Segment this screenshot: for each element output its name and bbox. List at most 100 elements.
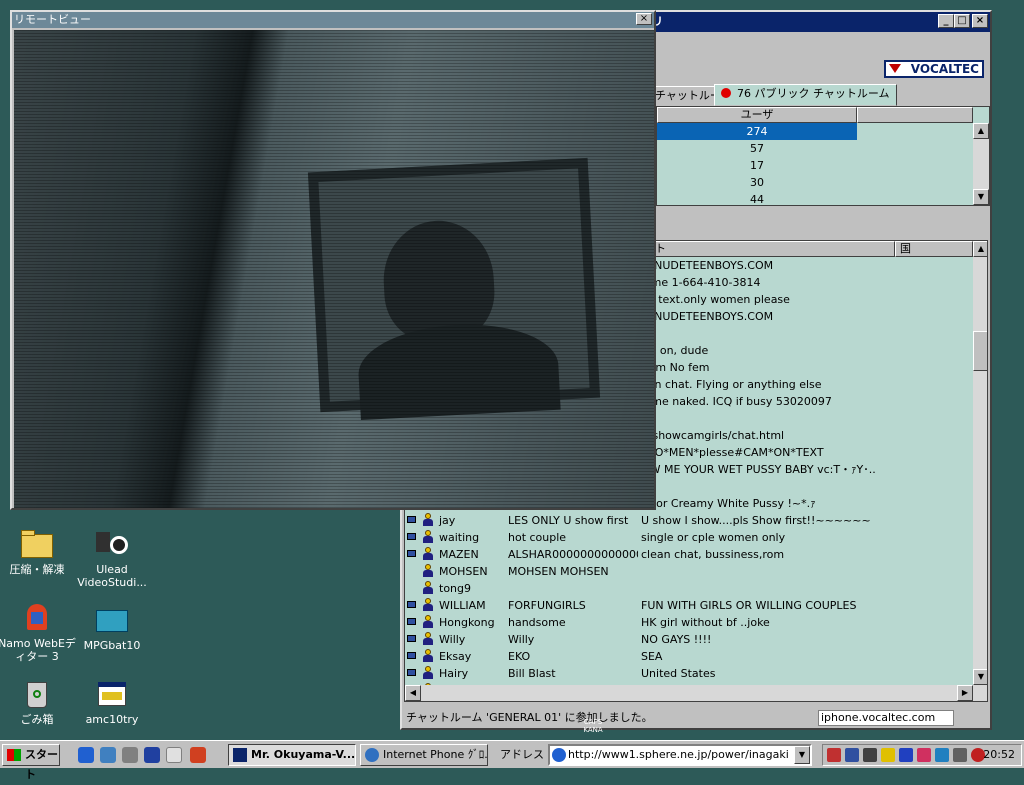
- close-button[interactable]: ×: [972, 14, 988, 28]
- desktop-icon[interactable]: [122, 747, 138, 763]
- close-button[interactable]: ×: [636, 13, 652, 25]
- comment-text: w.showcamgirls/chat.html: [641, 429, 785, 442]
- user-list-scrollbar[interactable]: ▲ ▼: [973, 241, 987, 701]
- tab-label: 76 パブリック チャットルーム: [737, 87, 890, 100]
- user-name: tong9: [439, 582, 471, 595]
- shield-icon[interactable]: [899, 748, 913, 762]
- user-name: Hairy: [439, 667, 469, 680]
- column-header-users[interactable]: ユーザ: [657, 107, 857, 123]
- internet-phone-icon: [365, 748, 379, 762]
- scroll-down-arrow-icon[interactable]: ▼: [973, 669, 987, 685]
- volume-icon[interactable]: [881, 748, 895, 762]
- user-icon: [423, 564, 433, 578]
- task-mr-okuyama[interactable]: Mr. Okuyama-V...: [228, 744, 356, 766]
- scroll-left-arrow-icon[interactable]: ◀: [405, 685, 421, 701]
- network-icon[interactable]: [845, 748, 859, 762]
- internet-explorer-icon[interactable]: [78, 747, 94, 763]
- windows-logo-icon: [7, 749, 21, 761]
- table-row[interactable]: Hairy Bill Blast United States: [405, 665, 973, 682]
- chat-icon[interactable]: [953, 748, 967, 762]
- user-nickname: handsome: [508, 616, 566, 629]
- scroll-down-arrow-icon[interactable]: ▼: [973, 189, 989, 205]
- room-user-count[interactable]: 44: [657, 191, 857, 208]
- remote-view-titlebar[interactable]: リモートビュー ×: [12, 12, 654, 28]
- desktop-icon-label: Ulead VideoStudi...: [77, 563, 147, 589]
- status-bar: チャットルーム 'GENERAL 01' に参加しました。 iphone.voc…: [402, 708, 990, 728]
- page-icon: [552, 748, 566, 762]
- server-field: iphone.vocaltec.com: [818, 710, 954, 726]
- folder-icon: [21, 528, 53, 560]
- address-value: http://www1.sphere.ne.jp/power/inagaki: [568, 748, 789, 761]
- scroll-thumb[interactable]: [973, 331, 987, 371]
- table-row[interactable]: Hongkong handsome HK girl without bf ..jok…: [405, 614, 973, 631]
- scroll-right-arrow-icon[interactable]: ▶: [957, 685, 973, 701]
- namo-icon[interactable]: [190, 747, 206, 763]
- scroll-up-arrow-icon[interactable]: ▲: [973, 123, 989, 139]
- horizontal-scrollbar[interactable]: ◀ ▶: [405, 685, 973, 701]
- start-button[interactable]: スタート: [2, 744, 60, 781]
- user-name: Eksay: [439, 650, 472, 663]
- table-row[interactable]: jay LES ONLY U show first U show I show...…: [405, 512, 973, 529]
- room-user-count[interactable]: 274: [657, 123, 857, 140]
- column-header-flag[interactable]: 国: [895, 241, 973, 257]
- column-header-blank[interactable]: [857, 107, 973, 123]
- user-comment: U show I show....pls Show first!!~~~~~~: [641, 514, 871, 527]
- room-user-count[interactable]: 17: [657, 157, 857, 174]
- table-row[interactable]: MOHSEN MOHSEN MOHSEN: [405, 563, 973, 580]
- table-row[interactable]: tong9: [405, 580, 973, 597]
- desktop-icon-namo[interactable]: Namo WebEディター 3: [0, 602, 77, 663]
- table-row[interactable]: Eksay EKO SEA: [405, 648, 973, 665]
- table-row[interactable]: Willy Willy NO GAYS !!!!: [405, 631, 973, 648]
- table-row[interactable]: WILLIAM FORFUNGIRLS FUN WITH GIRLS OR WILL…: [405, 597, 973, 614]
- scroll-up-arrow-icon[interactable]: ▲: [973, 241, 987, 257]
- user-name: WILLIAM: [439, 599, 486, 612]
- camera-icon: [407, 616, 421, 628]
- room-list-scrollbar[interactable]: ▲ ▼: [973, 123, 989, 205]
- user-nickname: FORFUNGIRLS: [508, 599, 586, 612]
- maximize-button[interactable]: □: [954, 14, 970, 28]
- desktop-icon-compress[interactable]: 圧縮・解凍: [0, 528, 77, 576]
- table-row[interactable]: MAZEN ALSHAR0000000000000...clean chat, b…: [405, 546, 973, 563]
- arrows-icon: [233, 748, 247, 762]
- task-internet-phone[interactable]: Internet Phone ｸﾞﾛ...: [360, 744, 488, 766]
- system-tray: 20:52: [822, 744, 1022, 766]
- remote-view-window: リモートビュー ×: [10, 10, 656, 510]
- user-icon: [423, 649, 433, 663]
- channels-icon[interactable]: [144, 747, 160, 763]
- desktop-icon-mpgbat[interactable]: MPGbat10: [72, 604, 152, 652]
- heart-icon[interactable]: [917, 748, 931, 762]
- scanline-overlay: [14, 30, 654, 508]
- taskbar: スタート Mr. Okuyama-V... Internet Phone ｸﾞﾛ…: [0, 740, 1024, 781]
- pen-icon[interactable]: [827, 748, 841, 762]
- user-comment: SEA: [641, 650, 663, 663]
- people-icon[interactable]: [935, 748, 949, 762]
- desktop-icon-amc10try[interactable]: amc10try: [72, 678, 152, 726]
- camera-icon: [407, 531, 421, 543]
- address-field[interactable]: http://www1.sphere.ne.jp/power/inagaki ▼: [548, 744, 812, 766]
- minimize-button[interactable]: _: [938, 14, 954, 28]
- user-name: MOHSEN: [439, 565, 488, 578]
- application-window-icon: [96, 678, 128, 710]
- room-list[interactable]: ユーザ 274 57 17 30 44 ▲ ▼: [656, 106, 990, 206]
- display-icon[interactable]: [863, 748, 877, 762]
- room-user-count[interactable]: 30: [657, 174, 857, 191]
- user-nickname: Willy: [508, 633, 535, 646]
- room-user-count[interactable]: 57: [657, 140, 857, 157]
- user-comment: United States: [641, 667, 716, 680]
- comment-text: W.NUDETEENBOYS.COM: [641, 310, 774, 323]
- table-row[interactable]: waiting hot couple single or cple women on…: [405, 529, 973, 546]
- desktop-icon-ulead[interactable]: Ulead VideoStudi...: [72, 528, 152, 589]
- task-label: Internet Phone ｸﾞﾛ...: [383, 748, 488, 761]
- start-label: スタート: [25, 748, 58, 781]
- comment-text: en text.only women please: [641, 293, 790, 306]
- user-nickname: MOHSEN MOHSEN: [508, 565, 609, 578]
- desktop-icon-recycle-bin[interactable]: ごみ箱: [0, 678, 77, 726]
- tab-public-chatrooms[interactable]: 76 パブリック チャットルーム: [714, 84, 897, 106]
- comment-text: W.NUDETEENBOYS.COM: [641, 259, 774, 272]
- user-icon: [423, 581, 433, 595]
- outlook-express-icon[interactable]: [100, 747, 116, 763]
- chevron-down-icon[interactable]: ▼: [794, 746, 810, 764]
- notepad-icon[interactable]: [166, 747, 182, 763]
- column-header-comment[interactable]: ント: [641, 241, 895, 257]
- user-comment: single or cple women only: [641, 531, 786, 544]
